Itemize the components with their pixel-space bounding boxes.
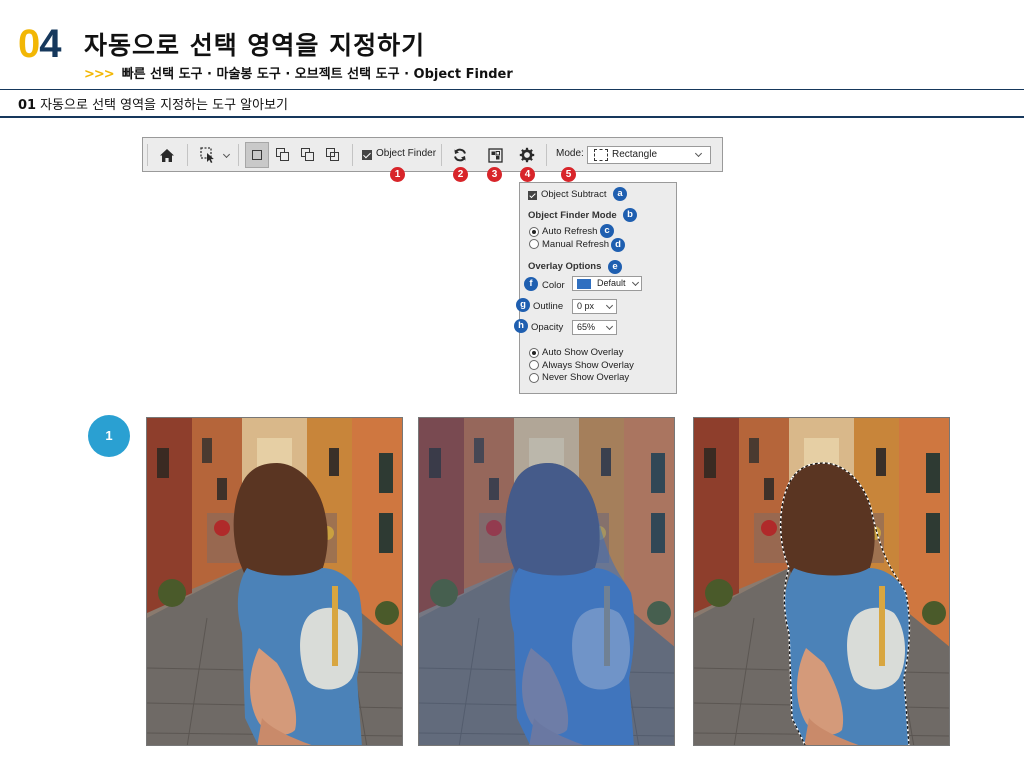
chevron-down-icon[interactable] [222,150,231,159]
chevron-down-icon [605,322,614,331]
object-finder-settings-panel: Object Subtract Object Finder Mode Auto … [519,182,677,394]
object-finder-label: Object Finder [376,148,437,159]
chapter-subtitle: >>> 빠른 선택 도구 · 마술봉 도구 · 오브젝트 선택 도구 · Obje… [84,63,513,82]
mode-value: Rectangle [612,149,658,160]
section-rule [0,116,1024,118]
auto-refresh-label: Auto Refresh [542,226,598,237]
options-bar: Object Finder Mode: Rectangle [142,137,723,172]
intersect-selection-icon-part [330,152,339,161]
color-select[interactable]: Default [572,276,642,291]
separator [187,144,188,166]
never-show-overlay-label: Never Show Overlay [542,372,630,383]
gear-icon[interactable] [518,145,536,165]
subtract-from-selection-icon-part [305,152,314,161]
object-finder-checkbox[interactable] [362,150,372,160]
header-rule [0,89,1024,90]
chapter-title: 자동으로 선택 영역을 지정하기 [84,31,426,60]
opacity-select[interactable]: 65% [572,320,617,335]
home-icon[interactable] [156,145,178,165]
section-title-text: 자동으로 선택 영역을 지정하는 도구 알아보기 [40,98,288,113]
marker-5: 5 [561,167,576,182]
new-selection-icon [252,150,262,160]
separator [238,144,239,166]
marker-g: g [516,298,530,312]
object-selection-tool-icon[interactable] [197,145,219,165]
never-show-overlay-radio[interactable] [529,373,539,383]
photo-original [146,417,403,746]
chevron-down-icon [605,301,614,310]
auto-show-overlay-label: Auto Show Overlay [542,347,624,358]
overlay-options-heading: Overlay Options [528,261,602,272]
color-label: Color [542,280,565,291]
subtitle-arrows: >>> [84,67,115,82]
marker-1: 1 [390,167,405,182]
auto-show-overlay-radio[interactable] [529,348,539,358]
marker-a: a [613,187,627,201]
separator [546,144,547,166]
object-subtract-checkbox[interactable] [528,191,537,200]
section-number: 01 [18,98,37,113]
separator [352,144,353,166]
manual-refresh-label: Manual Refresh [542,239,610,250]
color-value: Default [597,278,626,288]
marker-d: d [611,238,625,252]
marker-3: 3 [487,167,502,182]
marker-f: f [524,277,538,291]
manual-refresh-radio[interactable] [529,239,539,249]
marker-e: e [608,260,622,274]
rectangle-mode-icon [594,149,608,161]
refresh-icon[interactable] [451,145,469,165]
opacity-value: 65% [577,322,596,332]
auto-refresh-radio[interactable] [529,227,539,237]
chevron-down-icon [694,149,703,158]
mode-select[interactable]: Rectangle [587,146,711,164]
marker-4: 4 [520,167,535,182]
photo-overlay [418,417,675,746]
step-badge: 1 [88,415,130,457]
mode-label: Mode: [556,148,584,159]
separator [441,144,442,166]
subtitle-text: 빠른 선택 도구 · 마술봉 도구 · 오브젝트 선택 도구 · Object … [121,67,513,82]
opacity-label: Opacity [531,322,564,333]
add-to-selection-icon-part [280,152,289,161]
marker-c: c [600,224,614,238]
marker-2: 2 [453,167,468,182]
photo-selection [693,417,950,746]
always-show-overlay-radio[interactable] [529,360,539,370]
outline-value: 0 px [577,301,595,311]
object-subtract-label: Object Subtract [541,189,607,200]
show-all-objects-icon[interactable] [486,145,504,165]
finder-mode-heading: Object Finder Mode [528,210,617,221]
chapter-number-first: 0 [18,22,40,66]
chevron-down-icon [631,278,640,287]
marker-h: h [514,319,528,333]
outline-label: Outline [533,301,564,312]
color-swatch [577,279,591,289]
separator [147,144,148,166]
always-show-overlay-label: Always Show Overlay [542,360,634,371]
chapter-number: 04 [18,22,62,66]
marker-b: b [623,208,637,222]
chapter-number-second: 4 [39,22,61,66]
section-title: 01 자동으로 선택 영역을 지정하는 도구 알아보기 [18,94,288,113]
outline-select[interactable]: 0 px [572,299,617,314]
